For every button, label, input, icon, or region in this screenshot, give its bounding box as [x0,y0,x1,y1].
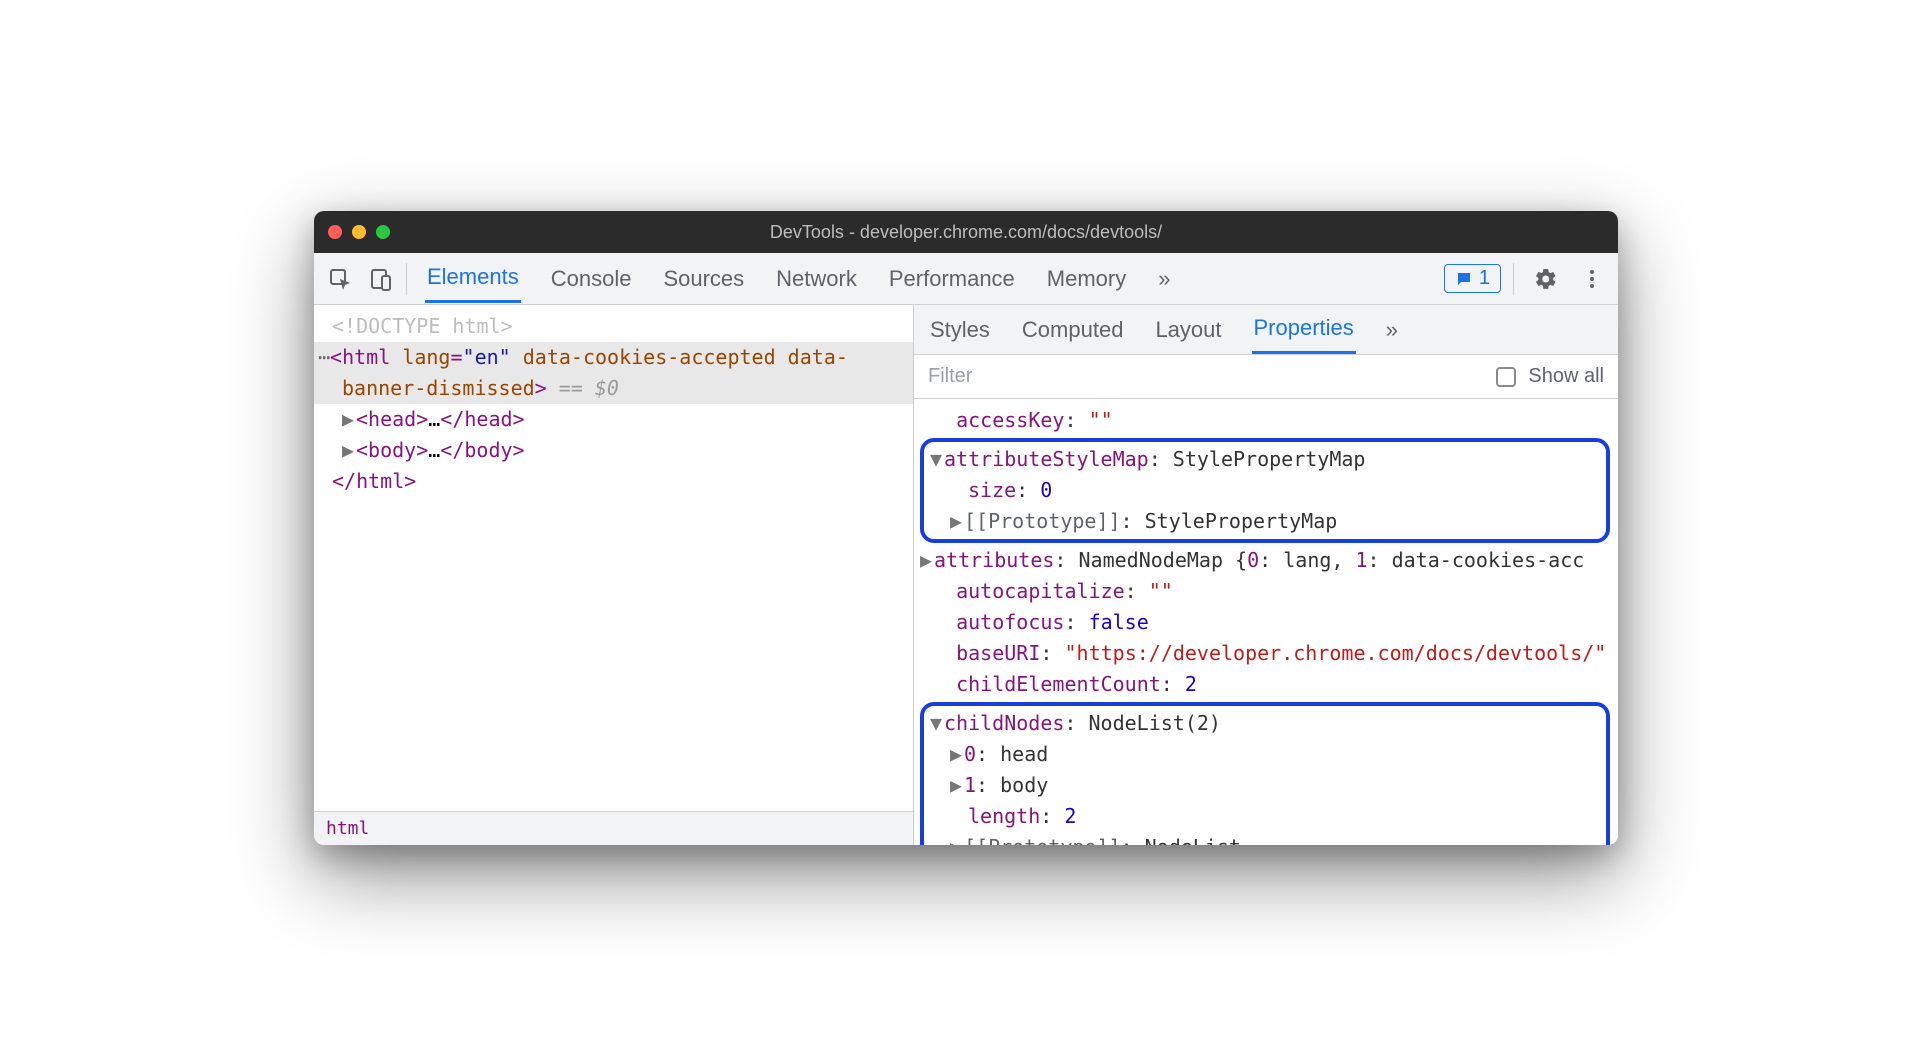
subtab-properties[interactable]: Properties [1252,305,1356,354]
elements-pane: <!DOCTYPE html> ⋯<html lang="en" data-co… [314,305,914,845]
tab-sources[interactable]: Sources [661,256,746,302]
tabs-overflow[interactable]: » [1156,256,1172,302]
devtools-window: DevTools - developer.chrome.com/docs/dev… [314,211,1618,845]
prop-childnodes[interactable]: ▼childNodes: NodeList(2) [928,708,1602,739]
tab-elements[interactable]: Elements [425,254,521,303]
prop-cn-0[interactable]: ▶0: head [928,739,1602,770]
prop-autofocus[interactable]: autofocus: false [914,607,1618,638]
prop-asm-size[interactable]: size: 0 [928,475,1602,506]
prop-attributestylemap[interactable]: ▼attributeStyleMap: StylePropertyMap [928,444,1602,475]
issues-badge[interactable]: 1 [1444,264,1501,293]
subtab-computed[interactable]: Computed [1020,307,1126,353]
separator [406,263,407,295]
close-window-button[interactable] [328,225,342,239]
prop-asm-proto[interactable]: ▶[[Prototype]]: StylePropertyMap [928,506,1602,537]
titlebar: DevTools - developer.chrome.com/docs/dev… [314,211,1618,253]
tab-performance[interactable]: Performance [887,256,1017,302]
tab-console[interactable]: Console [549,256,634,302]
properties-filter-bar: Show all [914,355,1618,399]
prop-autocapitalize[interactable]: autocapitalize: "" [914,576,1618,607]
maximize-window-button[interactable] [376,225,390,239]
prop-cn-length[interactable]: length: 2 [928,801,1602,832]
content-split: <!DOCTYPE html> ⋯<html lang="en" data-co… [314,305,1618,845]
dom-doctype[interactable]: <!DOCTYPE html> [314,311,913,342]
prop-cn-proto[interactable]: ▶[[Prototype]]: NodeList [928,832,1602,845]
dom-html-open[interactable]: ⋯<html lang="en" data-cookies-accepted d… [314,342,913,373]
prop-baseuri[interactable]: baseURI: "https://developer.chrome.com/d… [914,638,1618,669]
dom-html-open-cont[interactable]: banner-dismissed> == $0 [314,373,913,404]
subtabs-overflow[interactable]: » [1384,307,1400,353]
show-all-label: Show all [1528,365,1604,388]
tab-network[interactable]: Network [774,256,859,302]
window-controls [328,225,390,239]
prop-attributes[interactable]: ▶attributes: NamedNodeMap {0: lang, 1: d… [914,545,1618,576]
kebab-menu-icon[interactable] [1572,259,1612,299]
toolbar-right: 1 [1444,259,1612,299]
issues-count: 1 [1479,267,1490,290]
window-title: DevTools - developer.chrome.com/docs/dev… [314,222,1618,243]
inspect-element-icon[interactable] [320,259,360,299]
dom-head[interactable]: ▶<head>…</head> [314,404,913,435]
properties-list[interactable]: accessKey: "" ▼attributeStyleMap: StyleP… [914,399,1618,845]
highlight-attributestylemap: ▼attributeStyleMap: StylePropertyMap siz… [920,438,1610,543]
subtab-layout[interactable]: Layout [1153,307,1223,353]
breadcrumb[interactable]: html [314,811,913,845]
prop-cn-1[interactable]: ▶1: body [928,770,1602,801]
sidebar-pane: Styles Computed Layout Properties » Show… [914,305,1618,845]
highlight-childnodes: ▼childNodes: NodeList(2) ▶0: head ▶1: bo… [920,702,1610,845]
show-all-checkbox[interactable] [1496,367,1516,387]
device-toggle-icon[interactable] [360,259,400,299]
minimize-window-button[interactable] [352,225,366,239]
settings-icon[interactable] [1526,259,1566,299]
dom-tree[interactable]: <!DOCTYPE html> ⋯<html lang="en" data-co… [314,305,913,811]
separator [1513,263,1514,295]
prop-accesskey[interactable]: accessKey: "" [914,405,1618,436]
message-icon [1455,270,1473,288]
tab-memory[interactable]: Memory [1045,256,1128,302]
sidebar-tabs: Styles Computed Layout Properties » [914,305,1618,355]
main-toolbar: Elements Console Sources Network Perform… [314,253,1618,305]
dom-html-close[interactable]: </html> [314,466,913,497]
prop-childelementcount[interactable]: childElementCount: 2 [914,669,1618,700]
dom-body[interactable]: ▶<body>…</body> [314,435,913,466]
main-tabs: Elements Console Sources Network Perform… [413,254,1444,303]
properties-filter-input[interactable] [928,365,1484,388]
subtab-styles[interactable]: Styles [928,307,992,353]
